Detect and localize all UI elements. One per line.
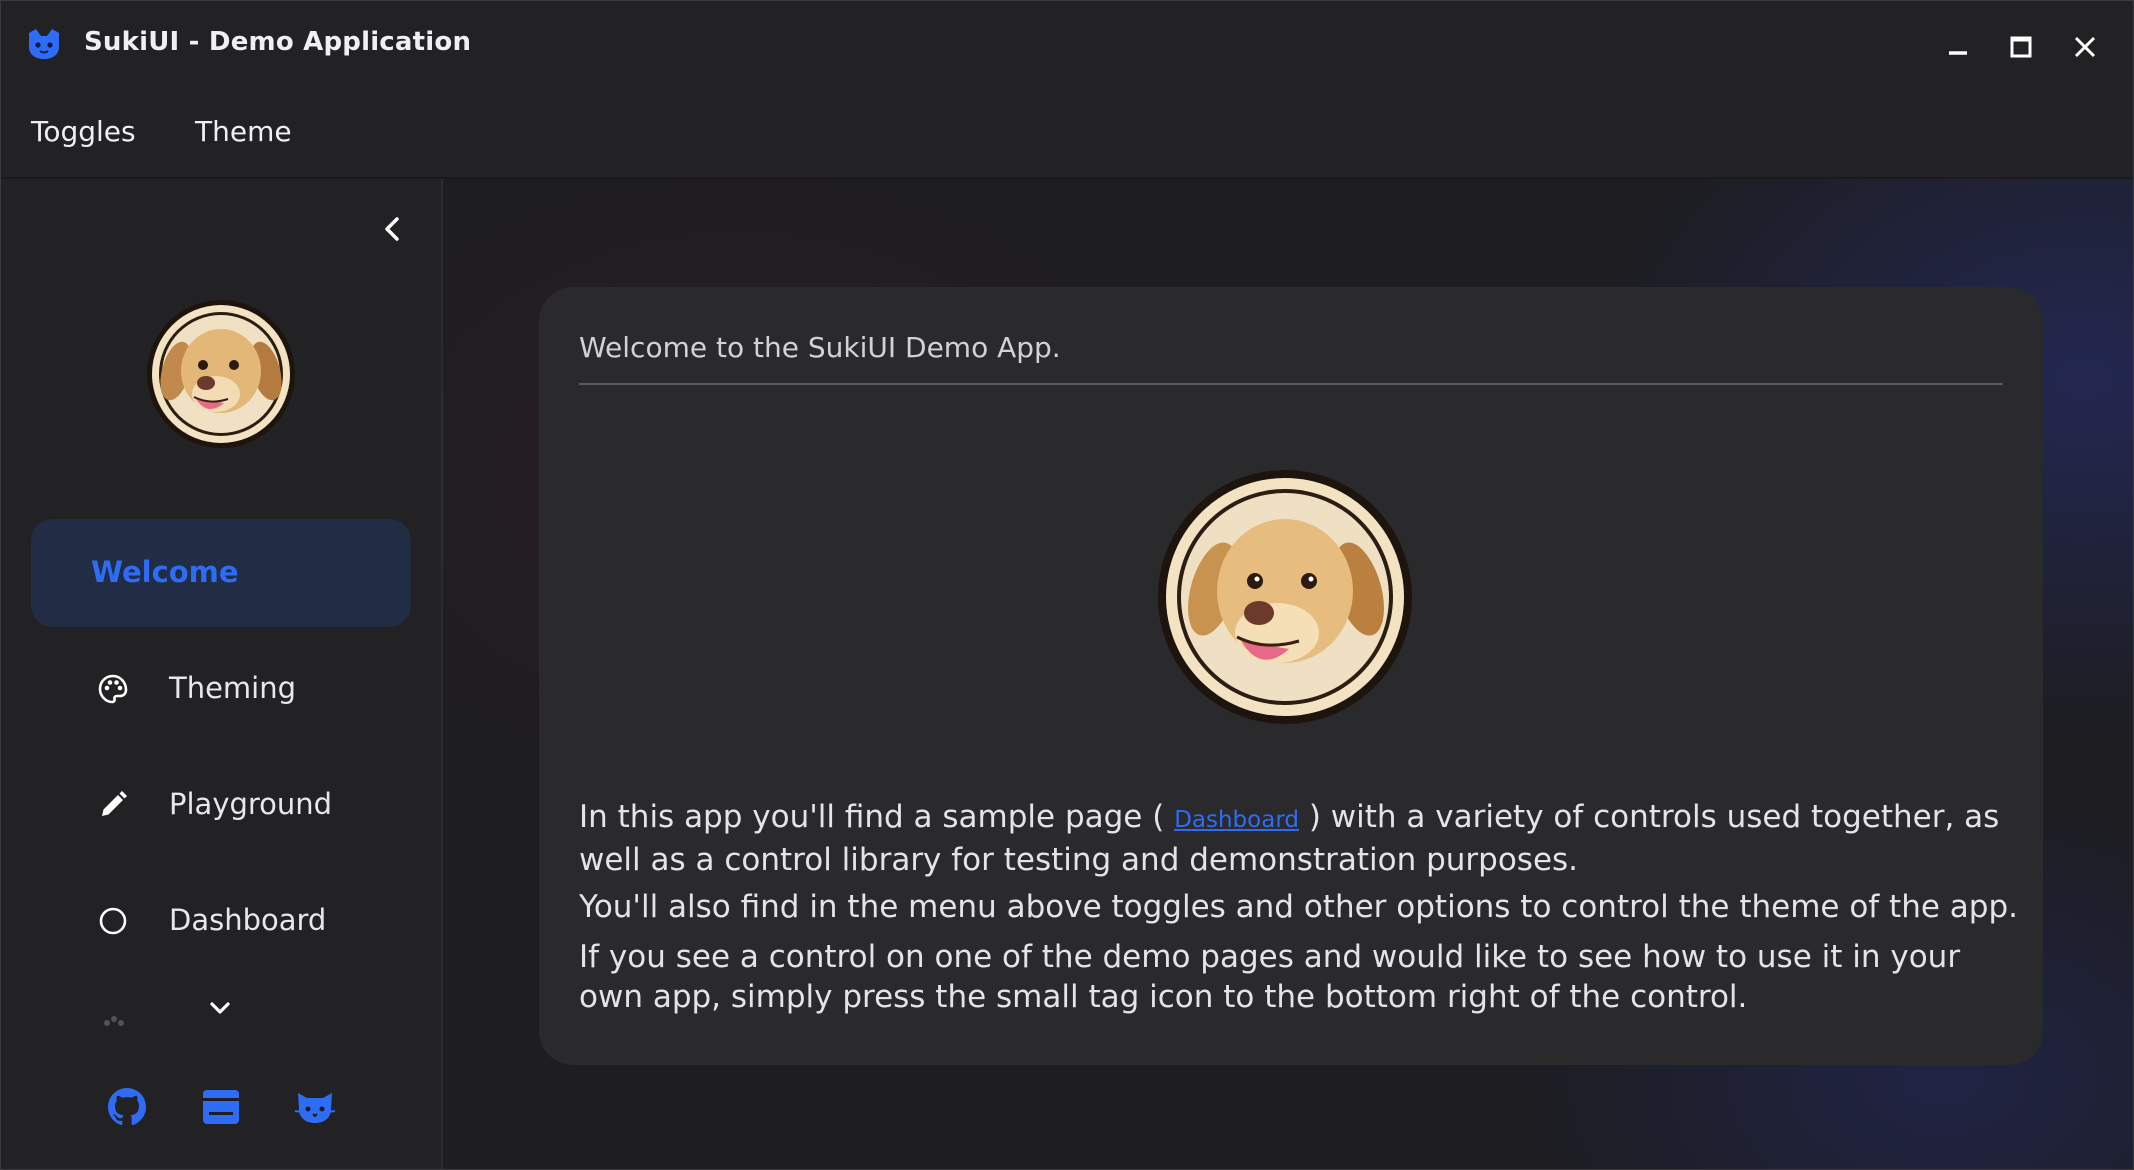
dog-avatar-image [1157, 469, 1413, 725]
circle-icon [97, 905, 129, 937]
minimize-button[interactable] [1936, 25, 1980, 69]
sidebar-footer [1, 1079, 441, 1139]
sidebar-item-dashboard[interactable]: Dashboard [31, 867, 411, 975]
sidebar-item-playground[interactable]: Playground [31, 751, 411, 859]
sidebar-item-label: Playground [169, 787, 333, 821]
tag-paragraph: If you see a control on one of the demo … [579, 939, 1961, 1015]
pencil-icon [97, 789, 129, 821]
app-window: SukiUI - Demo Application Toggles Theme [0, 0, 2134, 1170]
sidebar-avatar [146, 299, 296, 449]
sidebar-item-faded [97, 1011, 357, 1037]
dashboard-link[interactable]: Dashboard [1174, 807, 1299, 833]
github-icon[interactable] [105, 1085, 149, 1129]
menu-toggles[interactable]: Toggles [31, 115, 136, 148]
close-button[interactable] [2063, 25, 2107, 69]
cat-icon[interactable] [293, 1085, 337, 1129]
sidebar-item-welcome[interactable]: Welcome [31, 519, 411, 627]
menu-bar: Toggles Theme [1, 87, 2133, 179]
intro-paragraph: In this app you'll find a sample page ( … [579, 797, 2019, 880]
title-bar: SukiUI - Demo Application [1, 1, 2133, 87]
sidebar-item-label: Dashboard [169, 903, 327, 937]
intro-text-before: In this app you'll find a sample page ( [579, 799, 1175, 835]
window-icon[interactable] [199, 1085, 243, 1129]
collapse-sidebar-button[interactable] [375, 211, 411, 247]
minimize-icon [1949, 51, 1967, 55]
maximize-button[interactable] [1999, 25, 2043, 69]
palette-icon [97, 673, 129, 705]
window-title: SukiUI - Demo Application [84, 27, 472, 57]
maximize-icon [2010, 36, 2032, 58]
menu-paragraph: You'll also find in the menu above toggl… [579, 889, 2018, 925]
sidebar-item-theming[interactable]: Theming [31, 635, 411, 743]
app-logo-icon [25, 27, 63, 61]
spinner-icon [104, 1016, 124, 1026]
close-icon [2074, 36, 2096, 58]
chevron-left-icon [385, 217, 399, 241]
menu-theme[interactable]: Theme [195, 115, 292, 148]
sidebar: Welcome Theming Playground Dashboard [1, 179, 441, 1169]
main-content: Welcome to the SukiUI Demo App. In this … [441, 179, 2133, 1169]
sidebar-item-label: Welcome [91, 555, 239, 589]
sidebar-item-label: Theming [169, 671, 297, 705]
divider [579, 383, 2003, 385]
card-title: Welcome to the SukiUI Demo App. [579, 331, 1061, 364]
welcome-card: Welcome to the SukiUI Demo App. In this … [539, 287, 2043, 1065]
